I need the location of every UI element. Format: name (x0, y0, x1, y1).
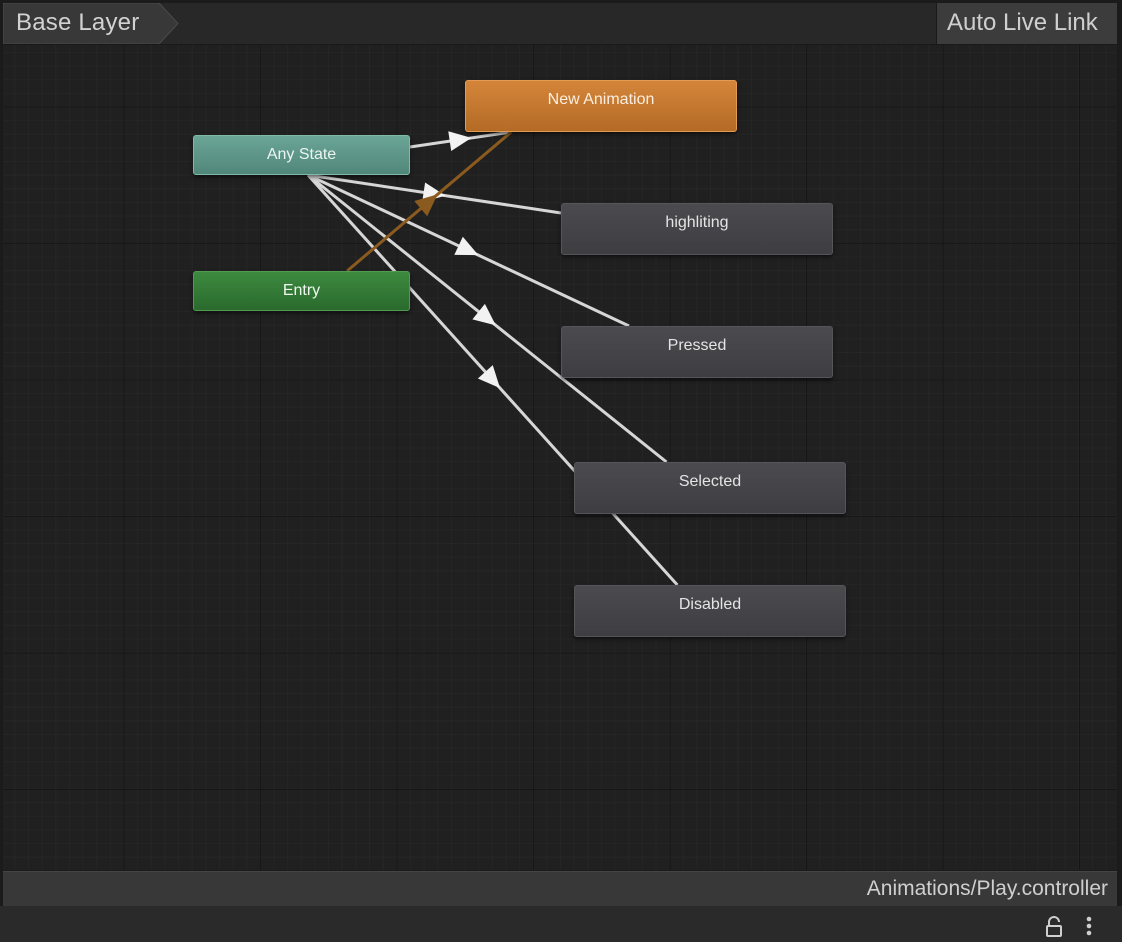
transition-arrow-icon (448, 131, 472, 152)
state-node-label: Entry (282, 282, 321, 299)
auto-live-link-label: Auto Live Link (947, 9, 1098, 36)
transition-any-state-to-new-animation[interactable] (409, 130, 512, 152)
controller-path: Animations/Play.controller (866, 877, 1108, 900)
state-node-label: Any State (266, 146, 337, 163)
state-node-label: highliting (665, 214, 729, 231)
transition-arrow-icon (472, 303, 496, 326)
state-node-selected[interactable]: Selected (574, 462, 846, 514)
state-node-entry[interactable]: Entry (193, 271, 410, 311)
status-bar: Animations/Play.controller (3, 871, 1117, 906)
layer-breadcrumb[interactable]: Base Layer (3, 3, 179, 44)
lock-icon[interactable] (1044, 916, 1064, 938)
more-vertical-icon[interactable] (1082, 915, 1096, 937)
animator-toolbar: Base Layer Auto Live Link (3, 3, 1117, 45)
state-node-pressed[interactable]: Pressed (561, 326, 833, 378)
state-node-disabled[interactable]: Disabled (574, 585, 846, 637)
state-node-label: Pressed (667, 337, 727, 354)
state-node-new-animation[interactable]: New Animation (465, 80, 737, 132)
state-node-any-state[interactable]: Any State (193, 135, 410, 175)
state-node-label: New Animation (547, 91, 655, 108)
breadcrumb-label: Base Layer (16, 9, 140, 36)
state-node-highliting[interactable]: highliting (561, 203, 833, 255)
animator-window: Base Layer Auto Live Link New Animation … (0, 0, 1122, 942)
state-machine-graph[interactable]: New Animation Any State highliting Entry… (3, 45, 1117, 870)
transition-layer (306, 130, 679, 587)
window-footer (0, 906, 1122, 942)
state-node-label: Disabled (678, 596, 742, 613)
state-node-label: Selected (678, 473, 742, 490)
auto-live-link-button[interactable]: Auto Live Link (936, 3, 1117, 44)
